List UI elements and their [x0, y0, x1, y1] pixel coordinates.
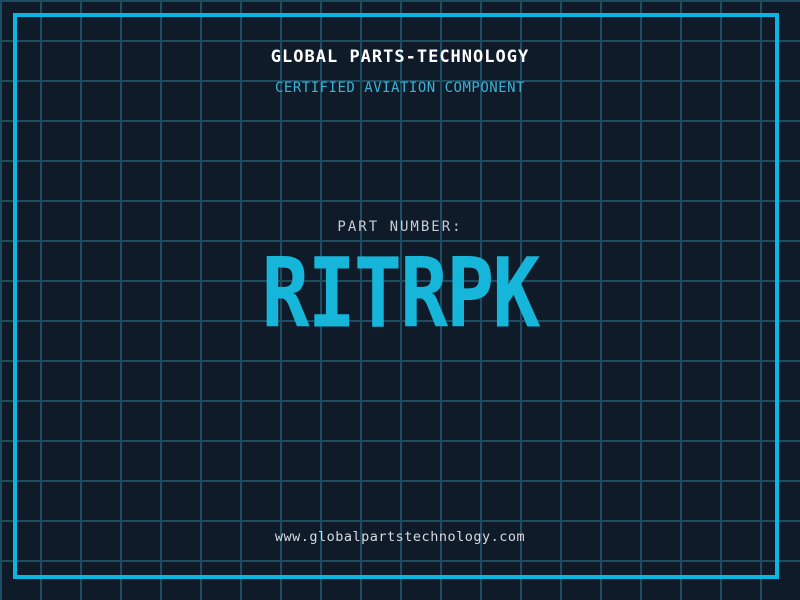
part-number-value: RITRPK	[261, 237, 541, 350]
part-number-label: PART NUMBER:	[337, 219, 463, 235]
certification-subtitle: CERTIFIED AVIATION COMPONENT	[274, 80, 525, 96]
company-title: GLOBAL PARTS-TECHNOLOGY	[270, 47, 530, 67]
website-url: www.globalpartstechnology.com	[274, 529, 526, 545]
certificate-screen: { "page": { "title": "GLOBAL PARTS-TECHN…	[0, 0, 800, 600]
